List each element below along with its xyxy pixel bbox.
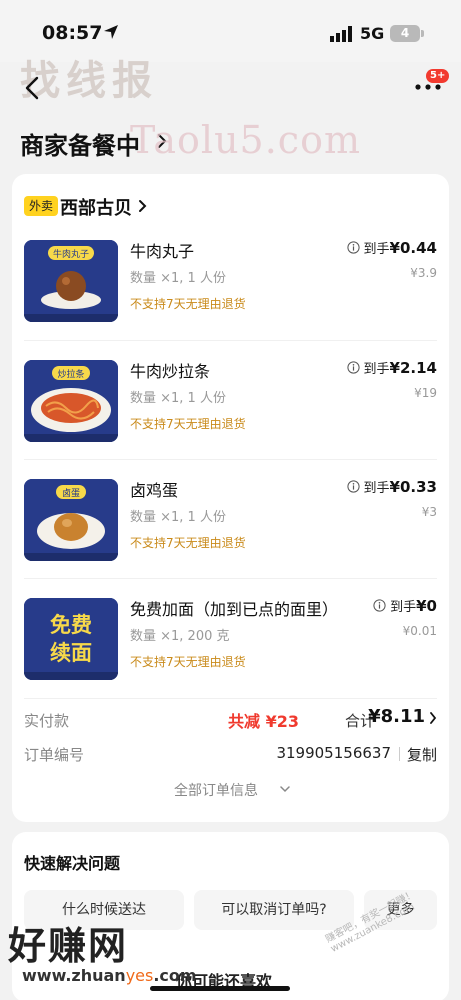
order-item[interactable]: 炒拉条 牛肉炒拉条 数量 ×1, 1 人份 不支持7天无理由退货 到手 ¥2.1… [12,350,449,468]
return-policy: 不支持7天无理由退货 [130,655,246,669]
separator [399,747,400,761]
item-image: 卤蛋 [24,479,118,561]
original-price: ¥0.01 [402,624,437,638]
thumb-label: 免费 [50,613,92,637]
divider [24,459,437,460]
item-quantity: 数量 ×1, 1 人份 [130,391,226,406]
info-icon[interactable] [346,241,360,254]
item-image: 牛肉丸子 [24,240,118,322]
paid-label: 实付款 [24,712,70,730]
item-image: 免费 续面 [24,598,118,680]
order-item[interactable]: 卤蛋 卤鸡蛋 数量 ×1, 1 人份 不支持7天无理由退货 到手 ¥0.33 ¥… [12,469,449,587]
network-type: 5G [360,24,385,43]
copy-button[interactable]: 复制 [407,744,437,765]
item-name: 牛肉炒拉条 [130,362,211,381]
order-item[interactable]: 免费 续面 免费加面（加到已点的面里） 数量 ×1, 200 克 不支持7天无理… [12,588,449,706]
thumb-label: 炒拉条 [57,368,84,380]
price-label: 到手 [363,242,390,257]
watermark-url: www.zhuanyes.com [22,966,197,985]
message-badge: 5+ [426,69,450,83]
info-icon[interactable] [346,361,360,374]
divider [24,340,437,341]
item-image: 炒拉条 [24,360,118,442]
return-policy: 不支持7天无理由退货 [130,297,246,311]
return-policy: 不支持7天无理由退货 [130,536,246,550]
home-indicator[interactable] [150,986,290,991]
price-label: 到手 [363,362,390,377]
quick-help-title: 快速解决问题 [24,854,121,873]
total-amount[interactable]: ¥8.11 [368,706,425,727]
chevron-down-icon[interactable] [280,786,290,793]
status-time: 08:57 [42,22,103,44]
price-value: ¥0.44 [389,238,437,257]
back-arrow-icon[interactable] [22,74,44,102]
final-price: 到手 ¥0.33 [346,477,437,496]
price-value: ¥0 [416,596,437,615]
final-price: 到手 ¥0 [373,596,437,615]
discount-amount[interactable]: 共减 ¥23 [228,708,299,732]
price-label: 到手 [363,481,390,496]
cancel-order-button[interactable]: 可以取消订单吗? [194,890,354,930]
info-icon[interactable] [373,599,386,612]
original-price: ¥3 [421,505,437,519]
item-name: 免费加面（加到已点的面里） [130,600,339,619]
thumb-label: 牛肉丸子 [53,248,89,260]
return-policy: 不支持7天无理由退货 [130,417,246,431]
final-price: 到手 ¥0.44 [346,238,437,257]
final-price: 到手 ¥2.14 [346,358,437,377]
location-arrow-icon [104,25,118,39]
chevron-right-icon[interactable] [138,199,148,213]
divider [24,698,437,699]
divider [24,578,437,579]
store-name[interactable]: 西部古贝 [60,194,132,220]
order-item[interactable]: 牛肉丸子 牛肉丸子 数量 ×1, 1 人份 不支持7天无理由退货 到手 ¥0.4… [12,230,449,348]
price-value: ¥2.14 [389,358,437,377]
thumb-label: 卤蛋 [62,487,80,499]
takeout-tag: 外卖 [24,196,59,216]
item-quantity: 数量 ×1, 200 克 [130,629,230,644]
order-number: 319905156637 [276,744,391,762]
all-order-info-toggle[interactable]: 全部订单信息 [174,780,258,800]
chevron-right-icon[interactable] [429,712,437,724]
info-icon[interactable] [346,480,360,493]
page-title[interactable]: 商家备餐中 [20,126,140,161]
item-quantity: 数量 ×1, 1 人份 [130,271,226,286]
more-dots-icon[interactable] [414,82,442,92]
cellular-signal-icon [330,26,352,42]
order-number-label: 订单编号 [24,746,85,764]
thumb-label: 续面 [50,641,92,665]
battery-icon: 4 [390,25,424,42]
original-price: ¥19 [414,386,437,400]
original-price: ¥3.9 [410,266,437,280]
item-quantity: 数量 ×1, 1 人份 [130,510,226,525]
order-card: 外卖 西部古贝 牛肉丸子 牛肉丸子 数量 ×1, 1 人份 不支持7天无理由退货 [12,174,449,822]
item-name: 牛肉丸子 [130,242,195,261]
watermark-mid: Taolu5.com [130,118,362,162]
price-label: 到手 [390,600,417,615]
item-name: 卤鸡蛋 [130,481,179,500]
price-value: ¥0.33 [389,477,437,496]
watermark-bottom: 好赚网 [8,924,129,968]
